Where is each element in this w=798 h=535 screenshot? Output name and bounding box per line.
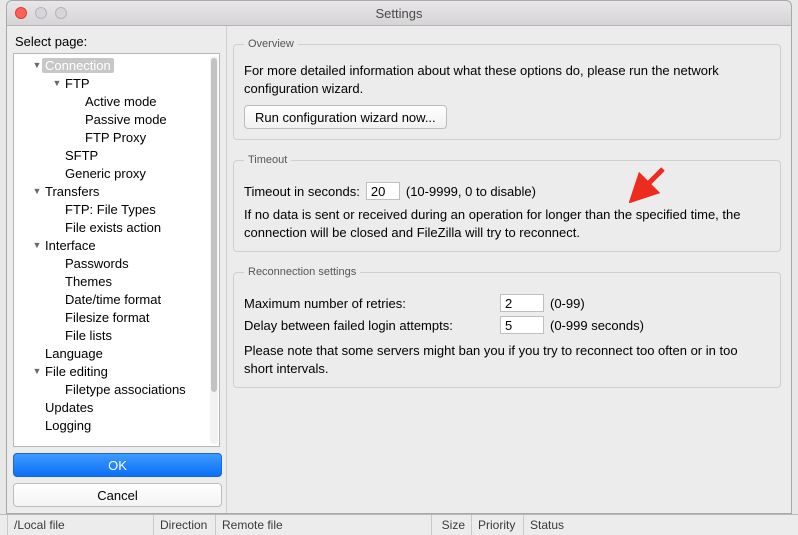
tree-item-label: SFTP	[62, 148, 101, 163]
tree-item-passwords[interactable]: Passwords	[14, 254, 219, 272]
footer-remote-file: Remote file	[222, 518, 283, 532]
tree-item-label: Transfers	[42, 184, 102, 199]
tree-item-label: Filetype associations	[62, 382, 189, 397]
reconnection-note: Please note that some servers might ban …	[244, 342, 770, 377]
retries-hint: (0-99)	[550, 296, 585, 311]
tree-item-logging[interactable]: Logging	[14, 416, 219, 434]
tree-item-label: Updates	[42, 400, 96, 415]
window-controls	[7, 7, 67, 19]
timeout-group: Timeout Timeout in seconds: (10-9999, 0 …	[233, 154, 781, 252]
tree-item-label: Connection	[42, 58, 114, 73]
sidebar: Select page: ▼Connection▼FTPActive modeP…	[7, 26, 227, 513]
tree-item-label: Generic proxy	[62, 166, 149, 181]
tree-item-label: FTP	[62, 76, 93, 91]
timeout-hint: (10-9999, 0 to disable)	[406, 184, 536, 199]
tree-item-file-lists[interactable]: File lists	[14, 326, 219, 344]
tree-item-label: Passive mode	[82, 112, 170, 127]
queue-footer: /Local file Direction Remote file Size P…	[0, 514, 798, 535]
retries-label: Maximum number of retries:	[244, 296, 500, 311]
tree-item-label: File editing	[42, 364, 111, 379]
tree-item-filetype-associations[interactable]: Filetype associations	[14, 380, 219, 398]
tree-item-updates[interactable]: Updates	[14, 398, 219, 416]
tree-item-active-mode[interactable]: Active mode	[14, 92, 219, 110]
tree-item-file-editing[interactable]: ▼File editing	[14, 362, 219, 380]
tree-item-label: Filesize format	[62, 310, 153, 325]
disclosure-triangle-icon[interactable]: ▼	[52, 78, 62, 88]
settings-content: Overview For more detailed information a…	[227, 26, 791, 513]
close-window-button[interactable]	[15, 7, 27, 19]
window-title: Settings	[7, 6, 791, 21]
footer-local-file: /Local file	[14, 518, 65, 532]
tree-item-themes[interactable]: Themes	[14, 272, 219, 290]
tree-item-ftp[interactable]: ▼FTP	[14, 74, 219, 92]
footer-size: Size	[442, 518, 465, 532]
footer-direction: Direction	[160, 518, 207, 532]
overview-group: Overview For more detailed information a…	[233, 38, 781, 140]
tree-item-label: Active mode	[82, 94, 160, 109]
tree-item-label: File exists action	[62, 220, 164, 235]
timeout-description: If no data is sent or received during an…	[244, 206, 770, 241]
tree-item-language[interactable]: Language	[14, 344, 219, 362]
tree-item-label: Language	[42, 346, 106, 361]
tree-item-label: Date/time format	[62, 292, 164, 307]
minimize-window-button[interactable]	[35, 7, 47, 19]
tree-item-ftp-file-types[interactable]: FTP: File Types	[14, 200, 219, 218]
disclosure-triangle-icon[interactable]: ▼	[32, 60, 42, 70]
tree-item-label: Themes	[62, 274, 115, 289]
disclosure-triangle-icon[interactable]: ▼	[32, 186, 42, 196]
cancel-button[interactable]: Cancel	[13, 483, 222, 507]
timeout-seconds-input[interactable]	[366, 182, 400, 200]
sidebar-heading: Select page:	[13, 30, 220, 53]
tree-item-connection[interactable]: ▼Connection	[14, 56, 219, 74]
tree-item-sftp[interactable]: SFTP	[14, 146, 219, 164]
tree-item-label: Passwords	[62, 256, 132, 271]
delay-label: Delay between failed login attempts:	[244, 318, 500, 333]
titlebar: Settings	[6, 0, 792, 25]
tree-item-label: FTP: File Types	[62, 202, 159, 217]
tree-item-label: Interface	[42, 238, 99, 253]
tree-item-generic-proxy[interactable]: Generic proxy	[14, 164, 219, 182]
tree-item-label: Logging	[42, 418, 94, 433]
delay-input[interactable]	[500, 316, 544, 334]
tree-item-ftp-proxy[interactable]: FTP Proxy	[14, 128, 219, 146]
disclosure-triangle-icon[interactable]: ▼	[32, 366, 42, 376]
timeout-legend: Timeout	[244, 154, 291, 166]
retries-input[interactable]	[500, 294, 544, 312]
ok-button[interactable]: OK	[13, 453, 222, 477]
reconnection-group: Reconnection settings Maximum number of …	[233, 266, 781, 388]
overview-legend: Overview	[244, 38, 298, 50]
tree-item-file-exists-action[interactable]: File exists action	[14, 218, 219, 236]
tree-item-label: File lists	[62, 328, 115, 343]
tree-item-date-time-format[interactable]: Date/time format	[14, 290, 219, 308]
footer-priority: Priority	[478, 518, 515, 532]
tree-scrollbar[interactable]	[210, 56, 218, 444]
tree-item-filesize-format[interactable]: Filesize format	[14, 308, 219, 326]
disclosure-triangle-icon[interactable]: ▼	[32, 240, 42, 250]
run-wizard-button[interactable]: Run configuration wizard now...	[244, 105, 447, 129]
settings-tree: ▼Connection▼FTPActive modePassive modeFT…	[13, 53, 220, 447]
reconnection-legend: Reconnection settings	[244, 266, 360, 278]
tree-scrollbar-thumb[interactable]	[211, 58, 217, 392]
delay-hint: (0-999 seconds)	[550, 318, 644, 333]
overview-text: For more detailed information about what…	[244, 62, 770, 97]
tree-item-transfers[interactable]: ▼Transfers	[14, 182, 219, 200]
settings-window: Settings Select page: ▼Connection▼FTPAct…	[0, 0, 798, 535]
tree-item-passive-mode[interactable]: Passive mode	[14, 110, 219, 128]
zoom-window-button[interactable]	[55, 7, 67, 19]
footer-status: Status	[530, 518, 564, 532]
timeout-label: Timeout in seconds:	[244, 184, 360, 199]
tree-item-label: FTP Proxy	[82, 130, 149, 145]
tree-item-interface[interactable]: ▼Interface	[14, 236, 219, 254]
